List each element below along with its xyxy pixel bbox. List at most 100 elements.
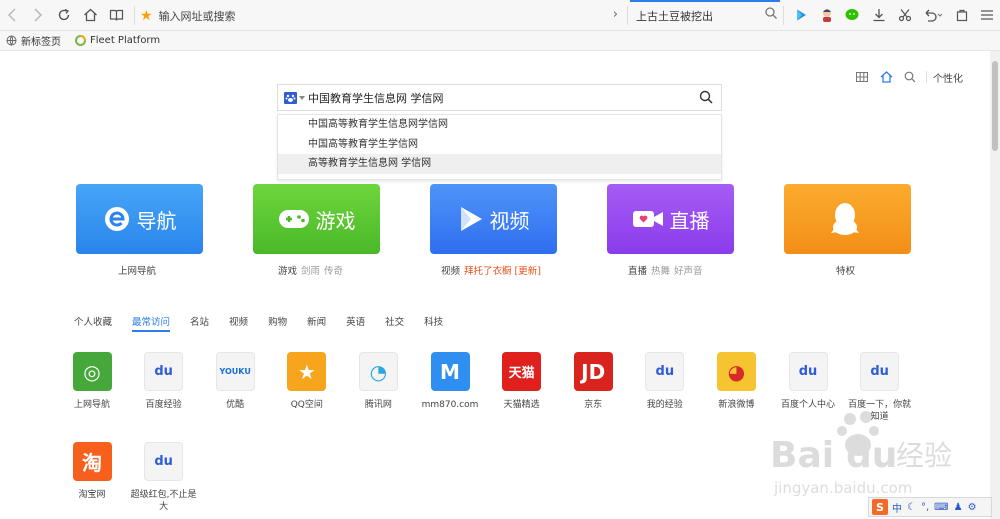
search-view-button[interactable]: [898, 71, 922, 83]
tab-tech[interactable]: 科技: [424, 314, 443, 332]
m-letter-icon: M: [430, 352, 470, 391]
menu-button[interactable]: [977, 5, 997, 25]
bookmark-fleet-platform[interactable]: Fleet Platform: [75, 35, 160, 46]
tab-most-visited[interactable]: 最常访问: [132, 314, 171, 332]
page-scrollbar[interactable]: [990, 51, 1000, 519]
suggestion-item[interactable]: 高等教育学生信息网 学信网: [278, 154, 721, 174]
tab-shopping[interactable]: 购物: [268, 314, 287, 332]
tab-news[interactable]: 新闻: [307, 314, 326, 332]
undo-button[interactable]: [923, 5, 943, 25]
site-shortcut[interactable]: du 超级红包,不止是大: [129, 442, 199, 513]
scrollbar-thumb[interactable]: [992, 61, 998, 151]
toolbar-search-box[interactable]: 上古土豆被挖出: [630, 5, 780, 26]
category-link[interactable]: 特权: [836, 266, 855, 277]
tab-video[interactable]: 视频: [229, 314, 248, 332]
search-engine-selector[interactable]: [284, 91, 308, 104]
site-label: 超级红包,不止是大: [130, 490, 197, 512]
qzone-star-icon: ★: [287, 352, 327, 391]
extension-button[interactable]: [952, 5, 972, 25]
avatar-button[interactable]: [817, 5, 837, 25]
site-label: mm870.com: [421, 400, 479, 410]
tab-social[interactable]: 社交: [385, 314, 404, 332]
search-suggestions: 中国高等教育学生信息网学信网 中国高等教育学生学信网 高等教育学生信息网 学信网: [277, 114, 722, 180]
site-shortcut[interactable]: JD 京东: [558, 352, 628, 411]
back-button[interactable]: [2, 5, 22, 25]
search-icon[interactable]: [764, 6, 778, 23]
category-tag[interactable]: 传奇: [324, 266, 343, 277]
video-button[interactable]: [791, 5, 811, 25]
qq-penguin-icon: [830, 203, 859, 235]
hamburger-menu-icon: [981, 10, 993, 20]
category-tile-navigation[interactable]: 导航: [76, 184, 203, 254]
category-tag[interactable]: 好声音: [674, 266, 703, 277]
refresh-button[interactable]: [54, 5, 74, 25]
tab-favorites[interactable]: 个人收藏: [74, 314, 112, 332]
book-icon: [109, 9, 123, 21]
punctuation-icon[interactable]: °,: [921, 502, 929, 513]
tab-english[interactable]: 英语: [346, 314, 365, 332]
grid-view-button[interactable]: [850, 72, 874, 82]
tab-famous-sites[interactable]: 名站: [190, 314, 209, 332]
home-icon: [880, 71, 892, 83]
e-logo-icon: [104, 207, 129, 231]
site-shortcut[interactable]: ◔ 腾讯网: [343, 352, 413, 411]
site-label: QQ空间: [290, 400, 323, 410]
site-shortcut[interactable]: ★ QQ空间: [272, 352, 342, 411]
search-submit-button[interactable]: [699, 90, 713, 107]
category-link[interactable]: 直播: [628, 266, 647, 277]
category-tile-games[interactable]: 游戏: [253, 184, 380, 254]
site-label: 天猫精选: [503, 400, 540, 410]
category-link[interactable]: 上网导航: [118, 266, 156, 277]
category-tag[interactable]: 剑雨: [301, 266, 320, 277]
moon-icon[interactable]: ☾: [907, 502, 916, 513]
user-icon[interactable]: ♟: [954, 502, 963, 513]
screenshot-button[interactable]: [895, 5, 915, 25]
category-link[interactable]: 视频: [441, 266, 460, 277]
gamepad-icon: [278, 210, 309, 228]
ime-toolbar[interactable]: S 中 ☾ °, ⌨ ♟ ⚙: [868, 497, 992, 517]
toolbar-search-text: 上古土豆被挖出: [636, 9, 713, 23]
chevron-right-icon[interactable]: ›: [613, 7, 618, 22]
category-title: 视频: [489, 208, 530, 233]
category-tile-privilege[interactable]: [784, 184, 911, 254]
suggestion-item[interactable]: 中国高等教育学生信息网学信网: [278, 115, 721, 135]
ime-mode-label[interactable]: 中: [892, 500, 902, 515]
tmall-logo-icon: 天猫: [502, 352, 542, 391]
home-view-button[interactable]: [874, 71, 898, 83]
category-tag[interactable]: 热舞: [651, 266, 670, 277]
site-label: 优酷: [226, 400, 245, 410]
forward-button[interactable]: [28, 5, 48, 25]
reader-button[interactable]: [106, 5, 126, 25]
forward-arrow-icon: [34, 8, 43, 22]
address-bar[interactable]: ★ 输入网址或搜索 ›: [140, 5, 624, 26]
favorite-star-icon[interactable]: ★: [140, 8, 153, 24]
category-tile-video[interactable]: 视频: [430, 184, 557, 254]
site-shortcut[interactable]: ◎ 上网导航: [57, 352, 127, 411]
category-link[interactable]: 游戏: [278, 266, 297, 277]
personalize-button[interactable]: 个性化: [933, 70, 963, 85]
home-button[interactable]: [80, 5, 100, 25]
site-shortcut[interactable]: Mmm870.com: [415, 352, 485, 411]
gear-icon[interactable]: ⚙: [968, 502, 977, 513]
site-shortcut[interactable]: 天猫 天猫精选: [487, 352, 557, 411]
bookmark-label: Fleet Platform: [90, 35, 161, 46]
suggestion-item[interactable]: 中国高等教育学生学信网: [278, 135, 721, 155]
bookmark-new-tab[interactable]: 新标签页: [6, 33, 61, 48]
site-shortcut[interactable]: du 百度个人中心: [773, 352, 843, 411]
category-subtitle: 上网导航: [118, 263, 156, 277]
keyboard-icon[interactable]: ⌨: [934, 502, 948, 513]
category-tag[interactable]: 拜托了衣橱 [更新]: [464, 266, 541, 277]
site-shortcut[interactable]: du 我的经验: [630, 352, 700, 411]
site-shortcut[interactable]: ◕ 新浪微博: [701, 352, 771, 411]
svg-text:jingyan.baidu.com: jingyan.baidu.com: [773, 479, 912, 497]
site-shortcut[interactable]: 淘淘宝网: [57, 442, 127, 501]
search-input[interactable]: [308, 91, 688, 104]
download-button[interactable]: [869, 5, 889, 25]
newtab-search-box: [277, 84, 722, 111]
site-shortcut[interactable]: YOUKU 优酷: [200, 352, 270, 411]
search-icon: [699, 90, 713, 104]
wechat-button[interactable]: [843, 5, 863, 25]
address-placeholder: 输入网址或搜索: [158, 9, 236, 23]
category-tile-live[interactable]: 直播: [607, 184, 734, 254]
site-shortcut[interactable]: du 百度经验: [129, 352, 199, 411]
